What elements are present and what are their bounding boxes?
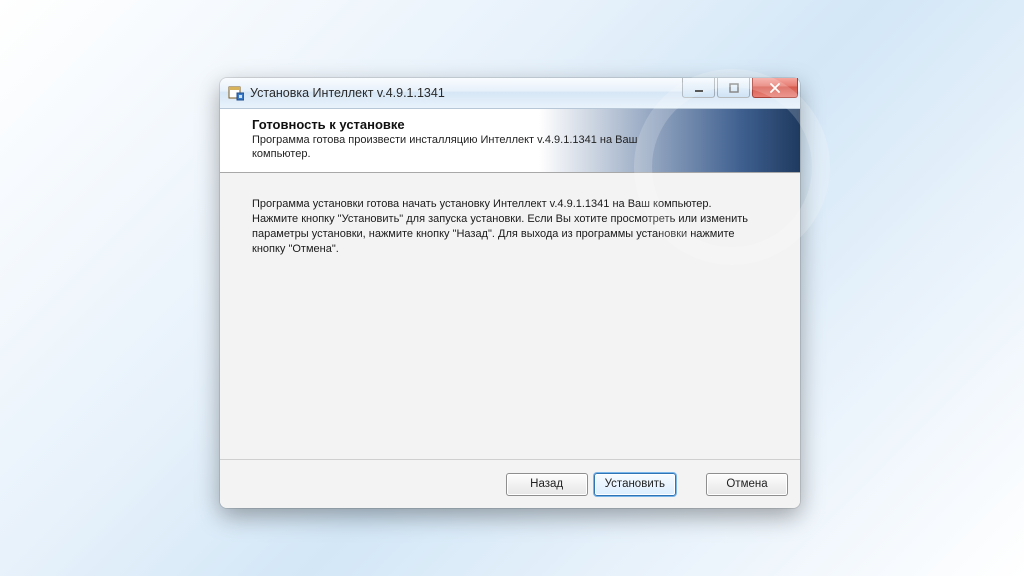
- install-button[interactable]: Установить: [594, 473, 676, 496]
- installer-window: Установка Интеллект v.4.9.1.1341 Готовно…: [220, 78, 800, 508]
- body-panel: Программа установки готова начать устано…: [220, 173, 800, 459]
- header-panel: Готовность к установке Программа готова …: [220, 109, 800, 173]
- installer-icon: [228, 85, 244, 101]
- maximize-button[interactable]: [717, 78, 750, 98]
- footer: Назад Установить Отмена: [220, 459, 800, 508]
- close-button[interactable]: [752, 78, 798, 98]
- cancel-button[interactable]: Отмена: [706, 473, 788, 496]
- titlebar[interactable]: Установка Интеллект v.4.9.1.1341: [220, 78, 800, 109]
- page-title: Готовность к установке: [252, 117, 784, 132]
- body-text: Программа установки готова начать устано…: [252, 197, 752, 256]
- back-button[interactable]: Назад: [506, 473, 588, 496]
- minimize-button[interactable]: [682, 78, 715, 98]
- window-controls: [680, 78, 798, 98]
- page-subtitle: Программа готова произвести инсталляцию …: [252, 134, 672, 162]
- window-title: Установка Интеллект v.4.9.1.1341: [250, 86, 445, 100]
